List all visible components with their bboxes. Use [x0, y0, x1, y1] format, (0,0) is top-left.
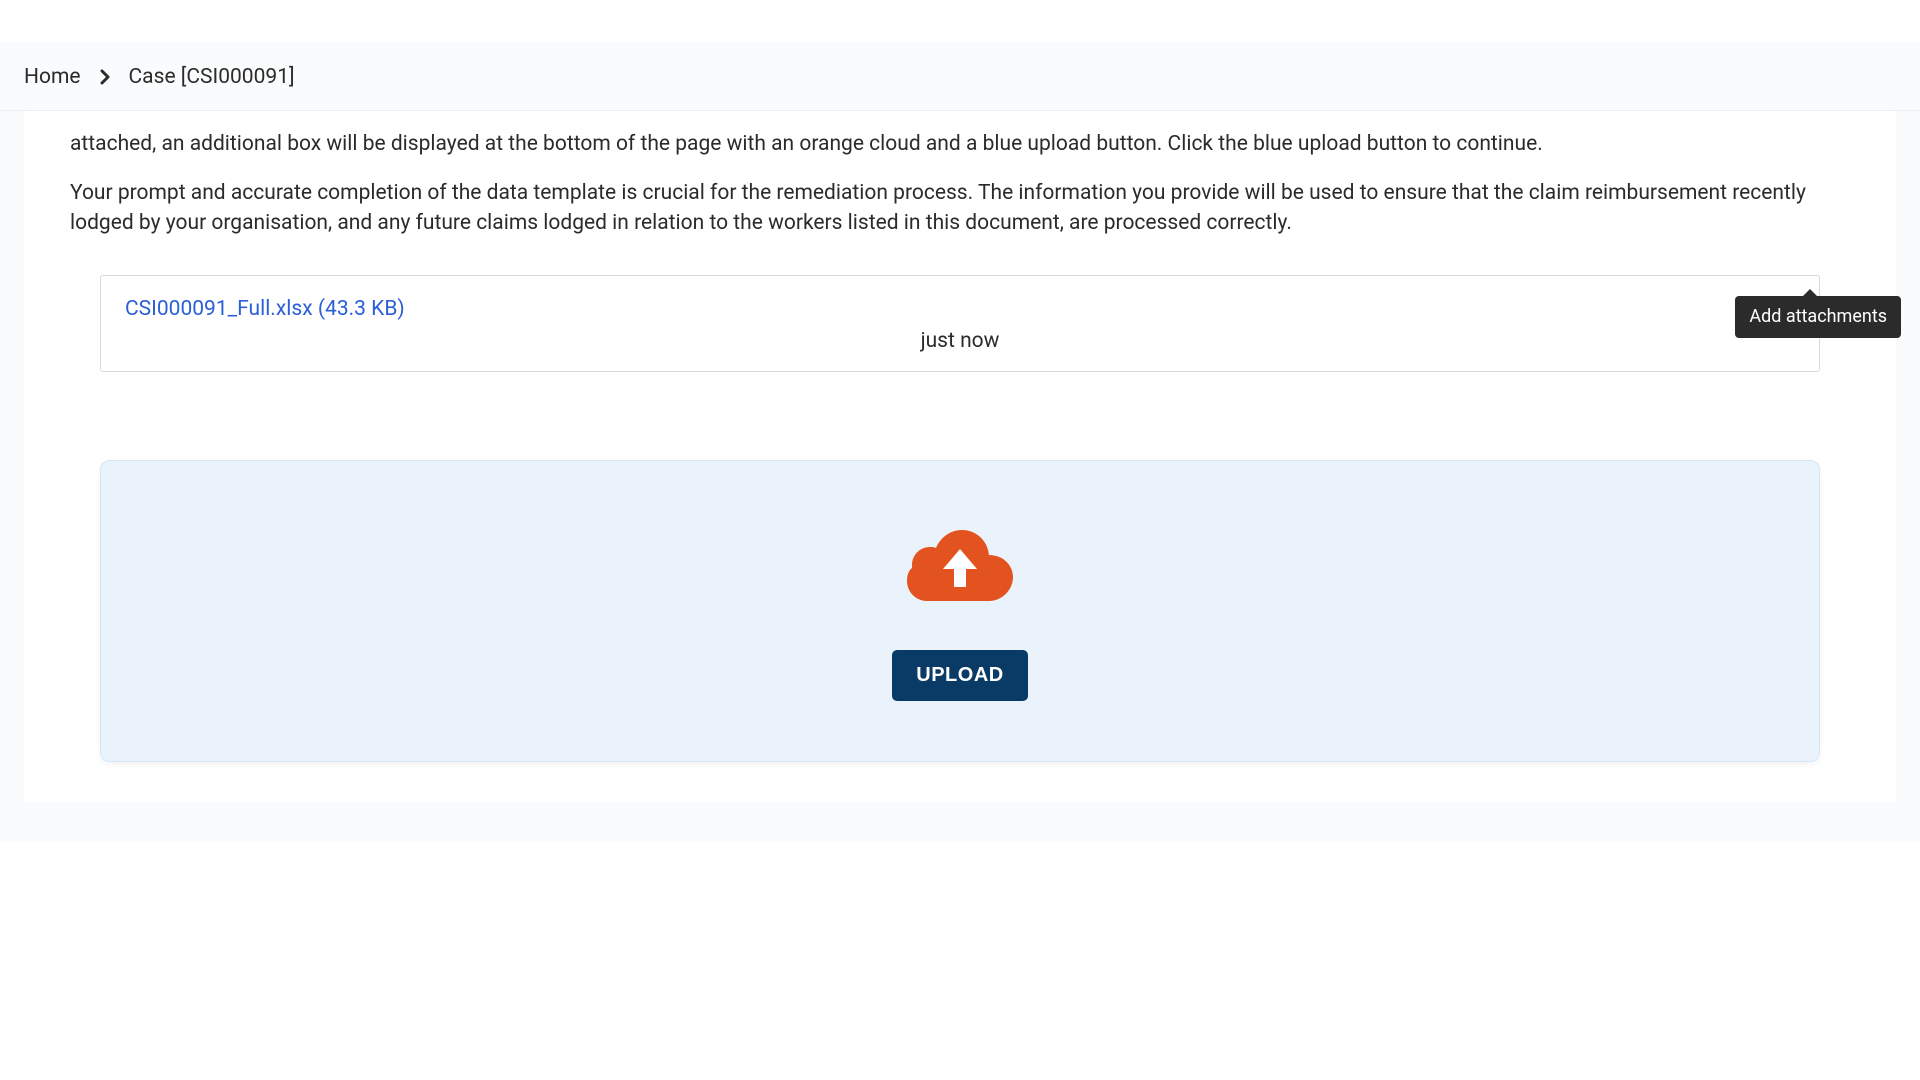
attachment-timestamp: just now	[125, 326, 1795, 356]
content-card: Once you've completed your data template…	[24, 111, 1896, 802]
upload-button[interactable]: UPLOAD	[892, 650, 1027, 701]
breadcrumb-current: Case [CSI000091]	[129, 62, 295, 92]
breadcrumb: Home Case [CSI000091]	[0, 42, 1920, 111]
content-wrap: Once you've completed your data template…	[0, 111, 1920, 842]
chevron-right-icon	[99, 69, 111, 85]
cloud-upload-icon	[907, 525, 1013, 616]
attachment-box: CSI000091_Full.xlsx (43.3 KB) just now A…	[100, 275, 1820, 372]
upload-panel: UPLOAD	[100, 460, 1820, 762]
add-attachments-tooltip: Add attachments	[1735, 296, 1901, 338]
paragraph-1-cut: Once you've completed your data template…	[70, 111, 1850, 129]
attachment-file-link[interactable]: CSI000091_Full.xlsx (43.3 KB)	[125, 297, 405, 321]
paragraph-2: Your prompt and accurate completion of t…	[70, 178, 1850, 239]
breadcrumb-home-link[interactable]: Home	[24, 62, 81, 92]
paragraph-1-rest: attached, an additional box will be disp…	[70, 129, 1850, 159]
